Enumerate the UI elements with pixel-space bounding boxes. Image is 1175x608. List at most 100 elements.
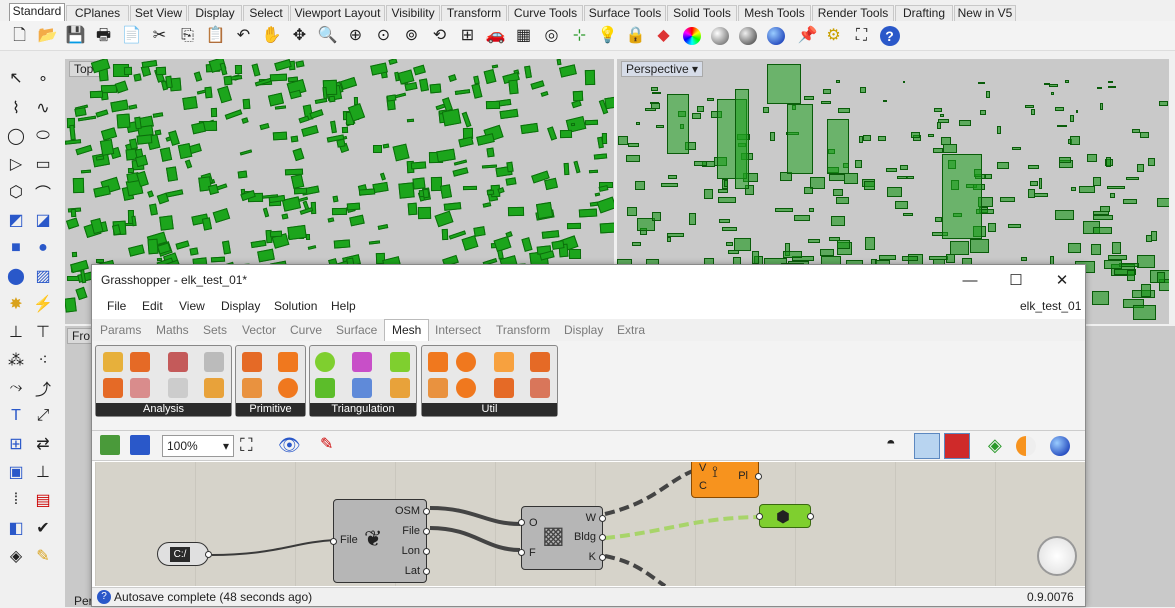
undo-icon[interactable]: ↶ <box>232 24 255 47</box>
select-arrow-icon[interactable]: ↖ <box>3 66 29 90</box>
render-settings-icon[interactable] <box>1050 436 1070 456</box>
output-port[interactable] <box>755 473 762 480</box>
sphere-icon[interactable]: ● <box>30 236 56 260</box>
input-port[interactable] <box>518 549 525 556</box>
output-port[interactable] <box>599 534 606 541</box>
print-icon[interactable]: 🖶 <box>92 24 115 47</box>
lock-icon[interactable]: 🔒 <box>624 24 647 47</box>
mesh-box-icon[interactable] <box>242 352 262 372</box>
unweld-icon[interactable] <box>456 378 476 398</box>
convex-hull-icon[interactable] <box>390 352 410 372</box>
wireframe-preview-button[interactable] <box>914 433 940 459</box>
tab-surface[interactable]: Surface <box>336 323 377 337</box>
sketch-pen-icon[interactable]: ✎ <box>320 435 333 455</box>
tab-intersect[interactable]: Intersect <box>435 323 481 337</box>
mesh-plane-icon[interactable] <box>278 352 298 372</box>
menu-display[interactable]: Display <box>221 299 260 313</box>
zoom-extents-icon[interactable]: ⛶ <box>240 435 253 455</box>
mesh-inclusion-icon[interactable] <box>168 378 188 398</box>
output-port[interactable] <box>205 551 212 558</box>
grasshopper-canvas[interactable]: C:/ File ❦ OSM File Lon Lat O F ▩ W Bldg… <box>95 462 1085 586</box>
quadrangulate-icon[interactable] <box>494 378 514 398</box>
tab-transform[interactable]: Transform <box>496 323 550 337</box>
light-icon[interactable]: 💡 <box>596 24 619 47</box>
surface-icon[interactable]: ◩ <box>3 208 29 232</box>
menu-help[interactable]: Help <box>331 299 356 313</box>
mirror-icon[interactable]: ⇄ <box>30 432 56 456</box>
copy-icon[interactable]: ⎘ <box>176 24 199 47</box>
preview-mesh-icon[interactable] <box>1016 436 1036 456</box>
ellipse-icon[interactable]: ⬭ <box>30 124 56 148</box>
output-port[interactable] <box>423 508 430 515</box>
menu-solution[interactable]: Solution <box>274 299 317 313</box>
material-tool-icon[interactable]: ◧ <box>3 516 29 540</box>
facet-dome-icon[interactable] <box>315 378 335 398</box>
input-port[interactable] <box>330 538 337 545</box>
output-port[interactable] <box>423 568 430 575</box>
mesh-plane-icon[interactable]: ▨ <box>30 264 56 288</box>
input-port[interactable] <box>518 519 525 526</box>
tab-visibility[interactable]: Visibility <box>386 5 440 22</box>
close-button[interactable]: ✕ <box>1039 269 1085 291</box>
zoom-select[interactable]: 100% ▾ <box>162 435 234 457</box>
tab-params[interactable]: Params <box>100 323 141 337</box>
tab-curve[interactable]: Curve <box>290 323 322 337</box>
trim-icon[interactable]: ⊥ <box>3 320 29 344</box>
elk-location-component[interactable]: O F ▩ W Bldg K <box>518 506 606 570</box>
mesh-closest-icon[interactable] <box>204 352 224 372</box>
tab-select[interactable]: Select <box>243 5 289 22</box>
offset-icon[interactable]: ⤳ <box>3 376 29 400</box>
mesh-area-icon[interactable] <box>204 378 224 398</box>
filter-icon[interactable]: ⛶ <box>850 24 873 47</box>
help-icon[interactable]: ? <box>878 24 901 47</box>
tab-viewport-layout[interactable]: Viewport Layout <box>290 5 385 22</box>
tab-drafting[interactable]: Drafting <box>895 5 953 22</box>
osm-component[interactable]: File ❦ OSM File Lon Lat <box>330 499 430 583</box>
output-port[interactable] <box>807 513 814 520</box>
zoom-icon[interactable]: 🔍 <box>316 24 339 47</box>
paint-icon[interactable]: ◈ <box>3 544 29 568</box>
text-icon[interactable]: T <box>3 404 29 428</box>
menu-edit[interactable]: Edit <box>142 299 163 313</box>
proximity-icon[interactable] <box>352 378 372 398</box>
osnap-icon[interactable]: ◎ <box>540 24 563 47</box>
analyze-icon[interactable]: ⁞ <box>3 488 29 512</box>
cut-icon[interactable]: ✂ <box>148 24 171 47</box>
import-icon[interactable]: 📄 <box>120 24 143 47</box>
tab-vector[interactable]: Vector <box>242 323 276 337</box>
tab-new-in-v5[interactable]: New in V5 <box>954 5 1016 22</box>
mesh-brep-icon[interactable] <box>530 352 550 372</box>
tab-transform[interactable]: Transform <box>441 5 507 22</box>
save-icon[interactable]: 💾 <box>64 24 87 47</box>
zoom-window-icon[interactable]: ⊕ <box>344 24 367 47</box>
new-icon[interactable]: 🗋 <box>8 24 31 47</box>
split-icon[interactable] <box>494 352 514 372</box>
preview-eye-icon[interactable]: 👁 <box>278 435 301 455</box>
curve-icon[interactable]: ∿ <box>30 96 56 120</box>
tab-display[interactable]: Display <box>564 323 603 337</box>
rotate-icon[interactable]: ⟲ <box>428 24 451 47</box>
split-icon[interactable]: ⊤ <box>30 320 56 344</box>
minimize-button[interactable]: — <box>947 269 993 291</box>
save-file-icon[interactable] <box>130 435 150 455</box>
arc-icon[interactable]: ▷ <box>3 152 29 176</box>
navigation-compass[interactable] <box>1037 536 1077 576</box>
blue-sphere-icon[interactable] <box>764 24 787 47</box>
open-icon[interactable]: 📂 <box>36 24 59 47</box>
check-icon[interactable]: ✔ <box>30 516 56 540</box>
substrate-icon[interactable] <box>390 378 410 398</box>
tab-mesh[interactable]: Mesh <box>384 319 430 341</box>
zoom-extents-icon[interactable]: ⊙ <box>372 24 395 47</box>
extend-icon[interactable]: ⤴ <box>30 376 56 400</box>
block-icon[interactable]: ▣ <box>3 460 29 484</box>
tab-maths[interactable]: Maths <box>156 323 189 337</box>
polygon-icon[interactable]: ⬡ <box>3 180 29 204</box>
deconstruct-mesh-icon[interactable] <box>168 352 188 372</box>
maximize-button[interactable]: ☐ <box>993 269 1039 291</box>
flip-icon[interactable] <box>428 378 448 398</box>
loft-icon[interactable]: ◪ <box>30 208 56 232</box>
tab-solid-tools[interactable]: Solid Tools <box>667 5 737 22</box>
tab-mesh-tools[interactable]: Mesh Tools <box>738 5 811 22</box>
dim-icon[interactable]: ⊥ <box>30 460 56 484</box>
mesh-param[interactable]: ⬢ <box>756 504 814 528</box>
